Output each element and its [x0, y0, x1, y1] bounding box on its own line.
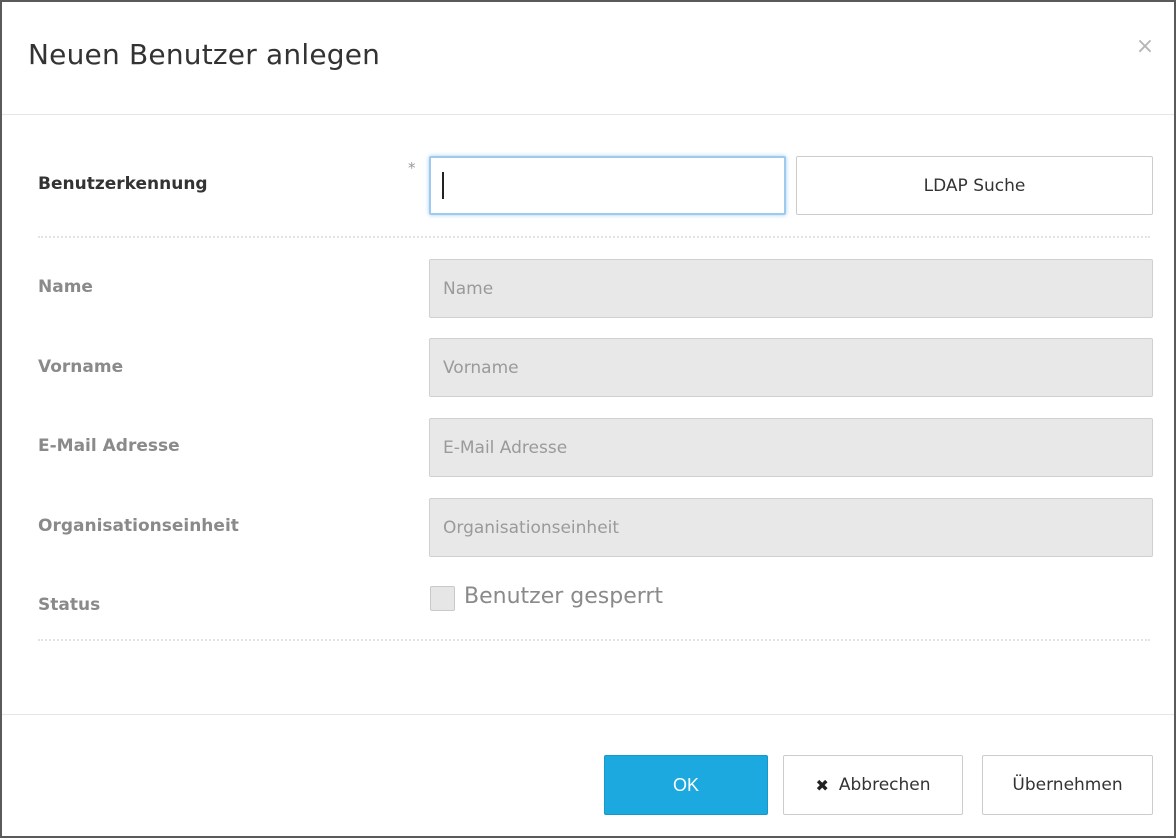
email-label: E-Mail Adresse [38, 436, 180, 456]
org-unit-field [429, 498, 1153, 557]
dialog-header: Neuen Benutzer anlegen × [2, 2, 1174, 115]
name-label: Name [38, 277, 93, 297]
ok-button-label: OK [672, 774, 699, 795]
apply-button-label: Übernehmen [1012, 775, 1123, 795]
cancel-button[interactable]: ✖ Abbrechen [783, 755, 963, 815]
email-field [429, 418, 1153, 477]
divider-top [38, 236, 1150, 238]
x-icon: ✖ [815, 775, 829, 795]
firstname-field [429, 338, 1153, 397]
create-user-dialog: Neuen Benutzer anlegen × Benutzerkennung… [0, 0, 1176, 838]
apply-button[interactable]: Übernehmen [982, 755, 1153, 815]
firstname-label: Vorname [38, 357, 124, 377]
org-unit-label: Organisationseinheit [38, 516, 239, 536]
ok-button[interactable]: OK [604, 755, 768, 815]
user-locked-label[interactable]: Benutzer gesperrt [464, 584, 663, 609]
cancel-button-label: Abbrechen [838, 775, 931, 795]
close-icon[interactable]: × [1134, 36, 1156, 58]
user-locked-checkbox[interactable] [430, 586, 455, 611]
user-id-label: Benutzerkennung [38, 174, 208, 194]
dialog-title: Neuen Benutzer anlegen [28, 38, 381, 71]
divider-bottom [38, 639, 1150, 641]
status-label: Status [38, 595, 101, 615]
text-caret [442, 172, 444, 199]
required-marker: * [408, 159, 416, 177]
name-field [429, 259, 1153, 318]
ldap-search-button[interactable]: LDAP Suche [796, 156, 1153, 215]
user-id-input[interactable] [429, 156, 786, 215]
